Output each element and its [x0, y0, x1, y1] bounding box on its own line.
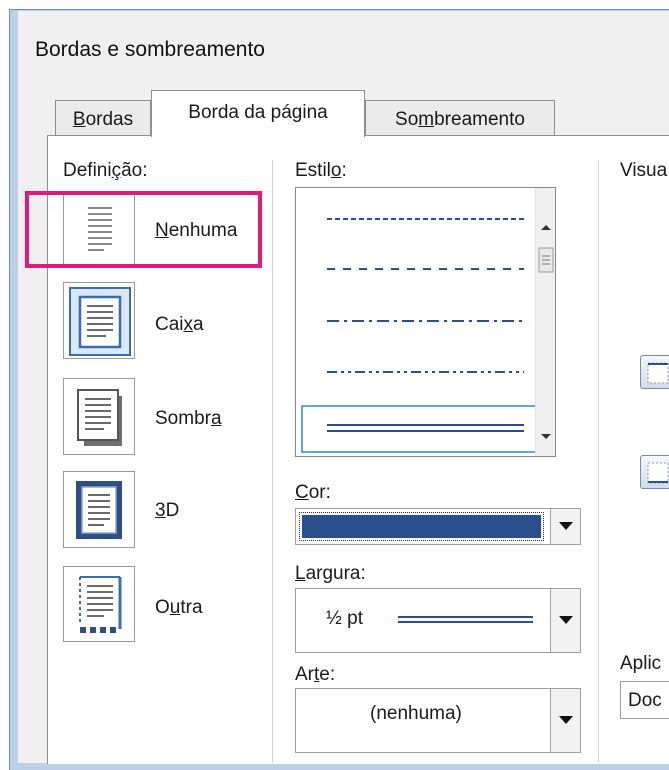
preview-heading: Visua	[620, 160, 668, 181]
color-swatch-frame	[299, 512, 544, 541]
setting-option-outra[interactable]: Outra	[155, 597, 203, 619]
chevron-down-icon	[559, 716, 573, 724]
art-label: Arte:	[295, 664, 336, 685]
chevron-down-icon	[559, 522, 573, 530]
tab-borda-da-pagina[interactable]: Borda da página	[151, 90, 365, 137]
width-line-preview	[398, 616, 533, 623]
art-value: (nenhuma)	[370, 703, 462, 724]
tab-sombreamento[interactable]: Sombreamento	[365, 100, 555, 136]
list-scrollbar[interactable]	[535, 188, 555, 456]
border-bottom-toggle-button[interactable]	[640, 455, 669, 489]
color-dropdown-button[interactable]	[550, 509, 580, 544]
color-label: Cor:	[295, 482, 331, 503]
art-dropdown-button[interactable]	[550, 689, 580, 752]
chevron-down-icon	[559, 616, 573, 624]
page-custom-icon[interactable]	[63, 566, 135, 642]
apply-to-value: Doc	[628, 690, 662, 711]
line-style-selected-frame	[301, 405, 536, 453]
color-swatch	[302, 515, 541, 538]
setting-option-3d[interactable]: 3D	[155, 500, 179, 522]
width-label: Largura:	[295, 563, 366, 584]
page-3d-icon[interactable]	[63, 471, 135, 548]
border-top-toggle-button[interactable]	[640, 355, 669, 389]
scroll-down-arrow-icon	[541, 434, 551, 439]
scroll-up-arrow-icon	[541, 225, 551, 230]
tab-bordas[interactable]: Bordas	[55, 100, 151, 136]
style-heading: Estilo:	[295, 160, 347, 181]
line-style-list[interactable]	[295, 187, 556, 457]
setting-option-sombra[interactable]: Sombra	[155, 408, 222, 430]
page-box-icon[interactable]	[63, 282, 135, 359]
apply-to-label: Aplic	[620, 653, 662, 674]
width-dropdown-button[interactable]	[550, 589, 580, 652]
width-dropdown[interactable]: ½ pt	[295, 588, 581, 653]
setting-heading: Definição:	[63, 160, 148, 181]
color-dropdown[interactable]	[295, 508, 581, 545]
width-value: ½ pt	[326, 608, 363, 629]
section-divider	[598, 160, 599, 763]
border-bottom-icon	[647, 462, 669, 484]
page-shadow-icon[interactable]	[63, 378, 135, 455]
dialog-title: Bordas e sombreamento	[35, 38, 265, 61]
section-divider	[272, 160, 273, 763]
setting-option-caixa[interactable]: Caixa	[155, 314, 204, 336]
art-dropdown[interactable]: (nenhuma)	[295, 688, 581, 753]
apply-to-dropdown[interactable]: Doc	[620, 681, 669, 719]
border-top-icon	[647, 362, 669, 384]
selection-highlight	[25, 191, 262, 268]
